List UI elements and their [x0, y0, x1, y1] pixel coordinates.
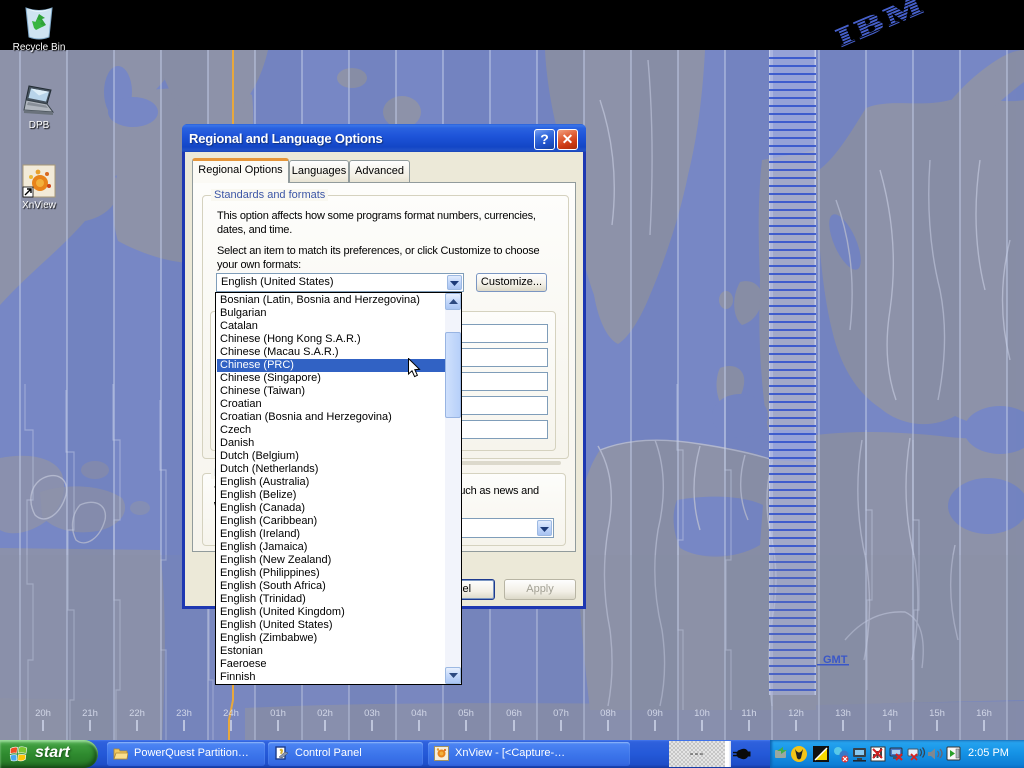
- svg-text:13h: 13h: [835, 708, 851, 719]
- svg-text:04h: 04h: [411, 708, 427, 719]
- svg-text:22h: 22h: [129, 708, 145, 719]
- svg-text:03h: 03h: [364, 708, 380, 719]
- svg-text:07h: 07h: [553, 708, 569, 719]
- svg-text:24h: 24h: [223, 708, 239, 719]
- svg-text:09h: 09h: [647, 708, 663, 719]
- svg-text:10h: 10h: [694, 708, 710, 719]
- svg-text:11h: 11h: [741, 708, 756, 719]
- svg-text:12h: 12h: [788, 708, 804, 719]
- svg-text:01h: 01h: [270, 708, 286, 719]
- svg-text:15h: 15h: [929, 708, 945, 719]
- svg-text:14h: 14h: [882, 708, 898, 719]
- svg-text:02h: 02h: [317, 708, 333, 719]
- svg-text:05h: 05h: [458, 708, 474, 719]
- svg-text:23h: 23h: [176, 708, 192, 719]
- svg-text:16h: 16h: [976, 708, 992, 719]
- svg-text:21h: 21h: [82, 708, 98, 719]
- svg-text:20h: 20h: [35, 708, 51, 719]
- svg-text:06h: 06h: [506, 708, 522, 719]
- svg-text:08h: 08h: [600, 708, 616, 719]
